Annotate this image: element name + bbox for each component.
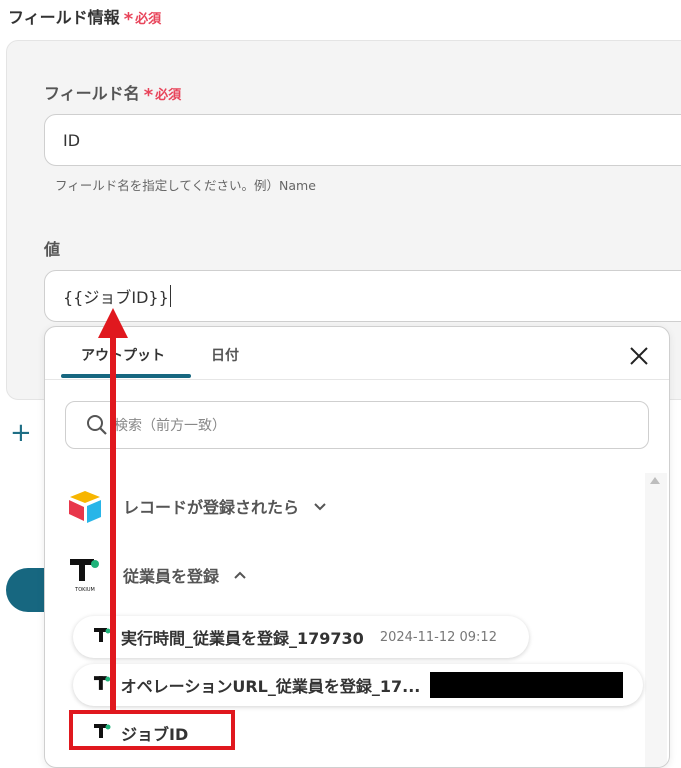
- tab-date[interactable]: 日付: [211, 345, 239, 365]
- scrollbar[interactable]: [645, 473, 667, 767]
- text-caret: [169, 285, 171, 307]
- highlight-box: [69, 710, 235, 750]
- airtable-logo-icon: [69, 491, 101, 523]
- list-item[interactable]: オペレーションURL_従業員を登録_17...: [73, 664, 643, 706]
- active-tab-indicator: [61, 374, 191, 378]
- close-icon[interactable]: [628, 345, 650, 367]
- value-label: 値: [44, 240, 61, 259]
- variable-dropdown: アウトプット 日付 検索（前方一致） レコードが登録されたら TOKIUM 従業…: [44, 326, 670, 768]
- section-title: フィールド情報 * 必須: [8, 4, 161, 30]
- chevron-down-icon[interactable]: [313, 499, 327, 513]
- search-icon: [87, 415, 107, 435]
- tab-divider: [45, 379, 669, 380]
- section-title-text: フィールド情報: [8, 8, 120, 27]
- group-tokium[interactable]: TOKIUM 従業員を登録: [67, 557, 247, 593]
- required-badge: * 必須: [143, 85, 182, 106]
- tokium-logo-icon: [93, 676, 111, 690]
- group-airtable[interactable]: レコードが登録されたら: [67, 489, 327, 523]
- field-name-label: フィールド名 * 必須: [44, 84, 182, 106]
- field-name-hint: フィールド名を指定してください。例）Name: [55, 178, 316, 193]
- chevron-up-icon[interactable]: [233, 568, 247, 582]
- field-name-input[interactable]: ID: [44, 114, 681, 166]
- list-item[interactable]: 実行時間_従業員を登録_179730 2024-11-12 09:12: [73, 616, 529, 658]
- tokium-logo-icon: [94, 628, 111, 642]
- value-input[interactable]: {{ジョブID}}: [44, 270, 681, 322]
- search-input[interactable]: 検索（前方一致）: [65, 401, 649, 449]
- redacted-value: [430, 672, 623, 698]
- tab-output[interactable]: アウトプット: [81, 345, 165, 365]
- scroll-up-icon[interactable]: [650, 477, 660, 484]
- tokium-logo-icon: TOKIUM: [70, 559, 99, 593]
- tokium-logo-text: TOKIUM: [74, 587, 95, 593]
- add-field-plus-icon[interactable]: +: [10, 420, 32, 446]
- required-badge: * 必須: [123, 9, 162, 30]
